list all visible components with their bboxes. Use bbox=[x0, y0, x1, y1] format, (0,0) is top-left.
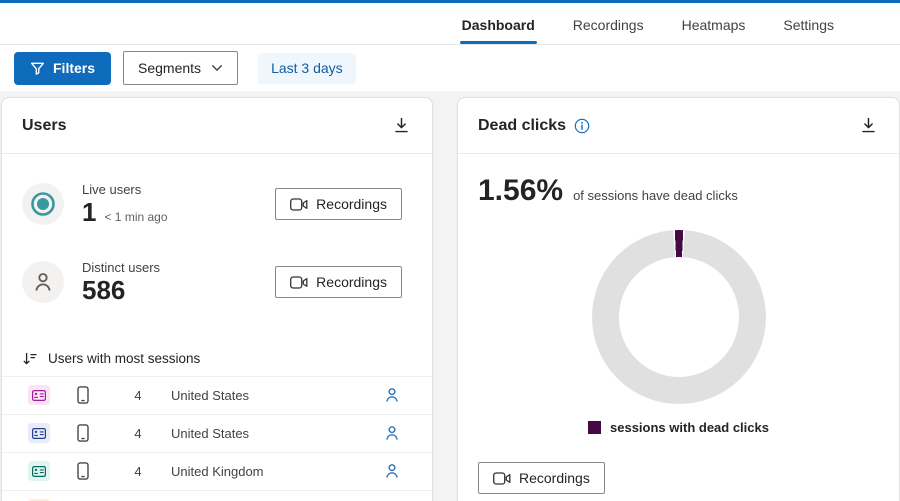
segments-label: Segments bbox=[138, 60, 202, 76]
dead-clicks-download-button[interactable] bbox=[858, 115, 879, 136]
tab-heatmaps[interactable]: Heatmaps bbox=[680, 17, 748, 44]
filter-funnel-icon bbox=[30, 61, 45, 76]
dead-clicks-donut-chart bbox=[591, 230, 766, 404]
user-person-icon[interactable] bbox=[382, 385, 402, 405]
distinct-recordings-button[interactable]: Recordings bbox=[275, 266, 402, 299]
distinct-users-label: Distinct users bbox=[82, 260, 161, 276]
users-card-title: Users bbox=[22, 116, 67, 134]
legend-label: sessions with dead clicks bbox=[610, 420, 769, 435]
legend-swatch bbox=[588, 421, 602, 434]
video-camera-icon bbox=[290, 276, 308, 289]
chevron-down-icon bbox=[211, 64, 223, 72]
download-icon bbox=[393, 117, 410, 134]
filters-button-label: Filters bbox=[53, 60, 96, 76]
user-row[interactable] bbox=[2, 489, 432, 501]
filters-button[interactable]: Filters bbox=[14, 51, 112, 85]
dead-clicks-stat: 1.56% of sessions have dead clicks bbox=[458, 174, 899, 208]
live-users-row: Live users 1 < 1 min ago Recordings bbox=[2, 182, 432, 226]
distinct-users-value: 586 bbox=[82, 275, 126, 306]
user-row[interactable]: 4 United Kingdom bbox=[2, 451, 432, 490]
users-card-header: Users bbox=[2, 98, 432, 154]
user-row[interactable]: 4 United States bbox=[2, 375, 432, 414]
user-country: United States bbox=[171, 387, 250, 403]
dead-clicks-recordings-label: Recordings bbox=[519, 470, 590, 486]
info-icon[interactable] bbox=[574, 118, 590, 134]
video-camera-icon bbox=[290, 197, 308, 211]
distinct-recordings-label: Recordings bbox=[316, 274, 387, 291]
date-range-chip[interactable]: Last 3 days bbox=[258, 52, 356, 84]
dead-clicks-card-header: Dead clicks bbox=[458, 98, 899, 154]
user-person-icon[interactable] bbox=[382, 423, 402, 443]
most-sessions-header: Users with most sessions bbox=[2, 351, 432, 367]
dead-clicks-percent-suffix: of sessions have dead clicks bbox=[573, 188, 738, 203]
user-row[interactable]: 4 United States bbox=[2, 413, 432, 452]
users-card: Users Live users 1 < 1 min ago Recording… bbox=[1, 97, 433, 501]
live-users-value: 1 bbox=[82, 197, 97, 227]
filter-toolbar: Filters Segments Last 3 days bbox=[0, 45, 900, 91]
top-users-list: 4 United States 4 United States 4 United… bbox=[2, 375, 432, 501]
live-recordings-button[interactable]: Recordings bbox=[275, 188, 402, 221]
user-id-card-icon bbox=[28, 423, 50, 444]
live-users-ago: < 1 min ago bbox=[104, 210, 168, 224]
user-country: United Kingdom bbox=[171, 463, 264, 479]
users-download-button[interactable] bbox=[391, 115, 412, 136]
donut-legend: sessions with dead clicks bbox=[458, 420, 899, 435]
session-count: 4 bbox=[134, 425, 142, 441]
mobile-device-icon bbox=[77, 462, 89, 480]
tab-settings[interactable]: Settings bbox=[781, 17, 836, 44]
top-navigation: Dashboard Recordings Heatmaps Settings bbox=[0, 3, 900, 45]
mobile-device-icon bbox=[77, 424, 89, 442]
sort-descending-icon bbox=[22, 351, 38, 367]
donut-hole bbox=[618, 257, 739, 377]
most-sessions-label: Users with most sessions bbox=[48, 351, 201, 367]
dead-clicks-card: Dead clicks 1.56% of sessions have dead … bbox=[457, 97, 900, 501]
live-users-icon bbox=[22, 183, 64, 226]
live-users-label: Live users bbox=[82, 182, 142, 197]
dead-clicks-recordings-button[interactable]: Recordings bbox=[478, 462, 605, 494]
mobile-device-icon bbox=[77, 386, 89, 404]
download-icon bbox=[860, 117, 877, 134]
dashboard-content: Users Live users 1 < 1 min ago Recording… bbox=[0, 91, 900, 501]
user-id-card-icon bbox=[28, 385, 50, 406]
user-id-card-icon bbox=[28, 461, 50, 482]
live-recordings-label: Recordings bbox=[316, 196, 387, 213]
session-count: 4 bbox=[134, 387, 142, 403]
video-camera-icon bbox=[493, 471, 511, 485]
user-country: United States bbox=[171, 425, 250, 441]
dead-clicks-card-title: Dead clicks bbox=[478, 116, 567, 134]
tab-recordings[interactable]: Recordings bbox=[571, 17, 646, 44]
distinct-users-row: Distinct users 586 Recordings bbox=[2, 260, 432, 304]
session-count: 4 bbox=[134, 463, 142, 479]
tab-dashboard[interactable]: Dashboard bbox=[459, 17, 537, 44]
segments-dropdown[interactable]: Segments bbox=[123, 51, 239, 85]
distinct-users-icon bbox=[22, 261, 64, 304]
dead-clicks-percent: 1.56% bbox=[478, 174, 564, 207]
user-person-icon[interactable] bbox=[382, 461, 402, 481]
